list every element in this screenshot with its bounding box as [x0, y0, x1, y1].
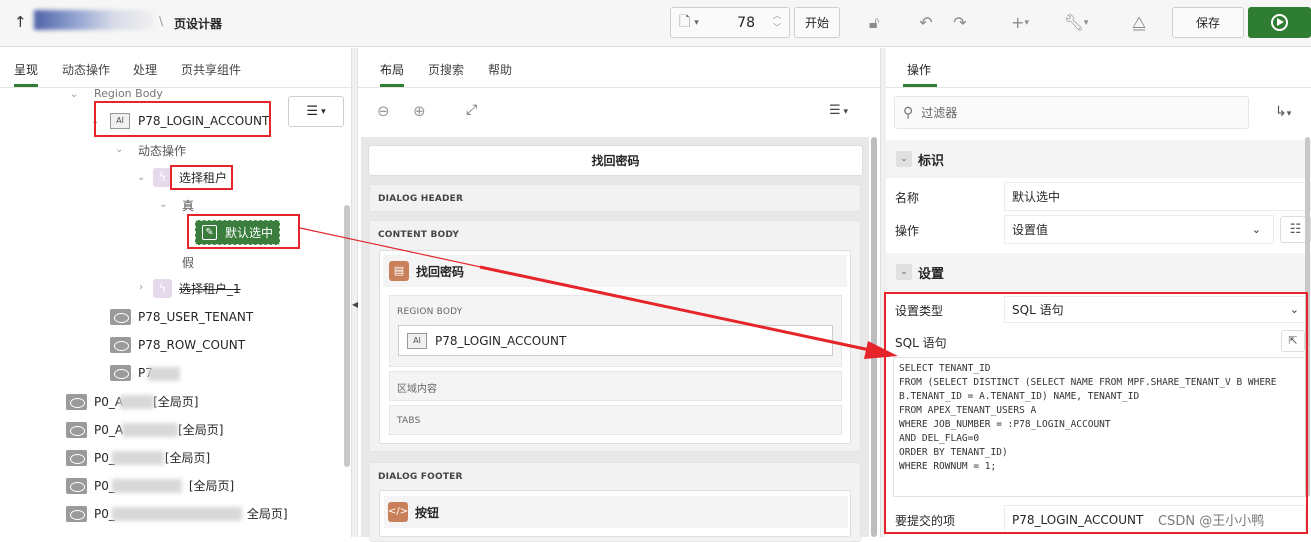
watermark: CSDN @王小小鸭 [1158, 514, 1265, 529]
arrow-line-thick [479, 265, 871, 352]
arrow-head [864, 341, 898, 359]
annotation-arrow [299, 227, 898, 359]
